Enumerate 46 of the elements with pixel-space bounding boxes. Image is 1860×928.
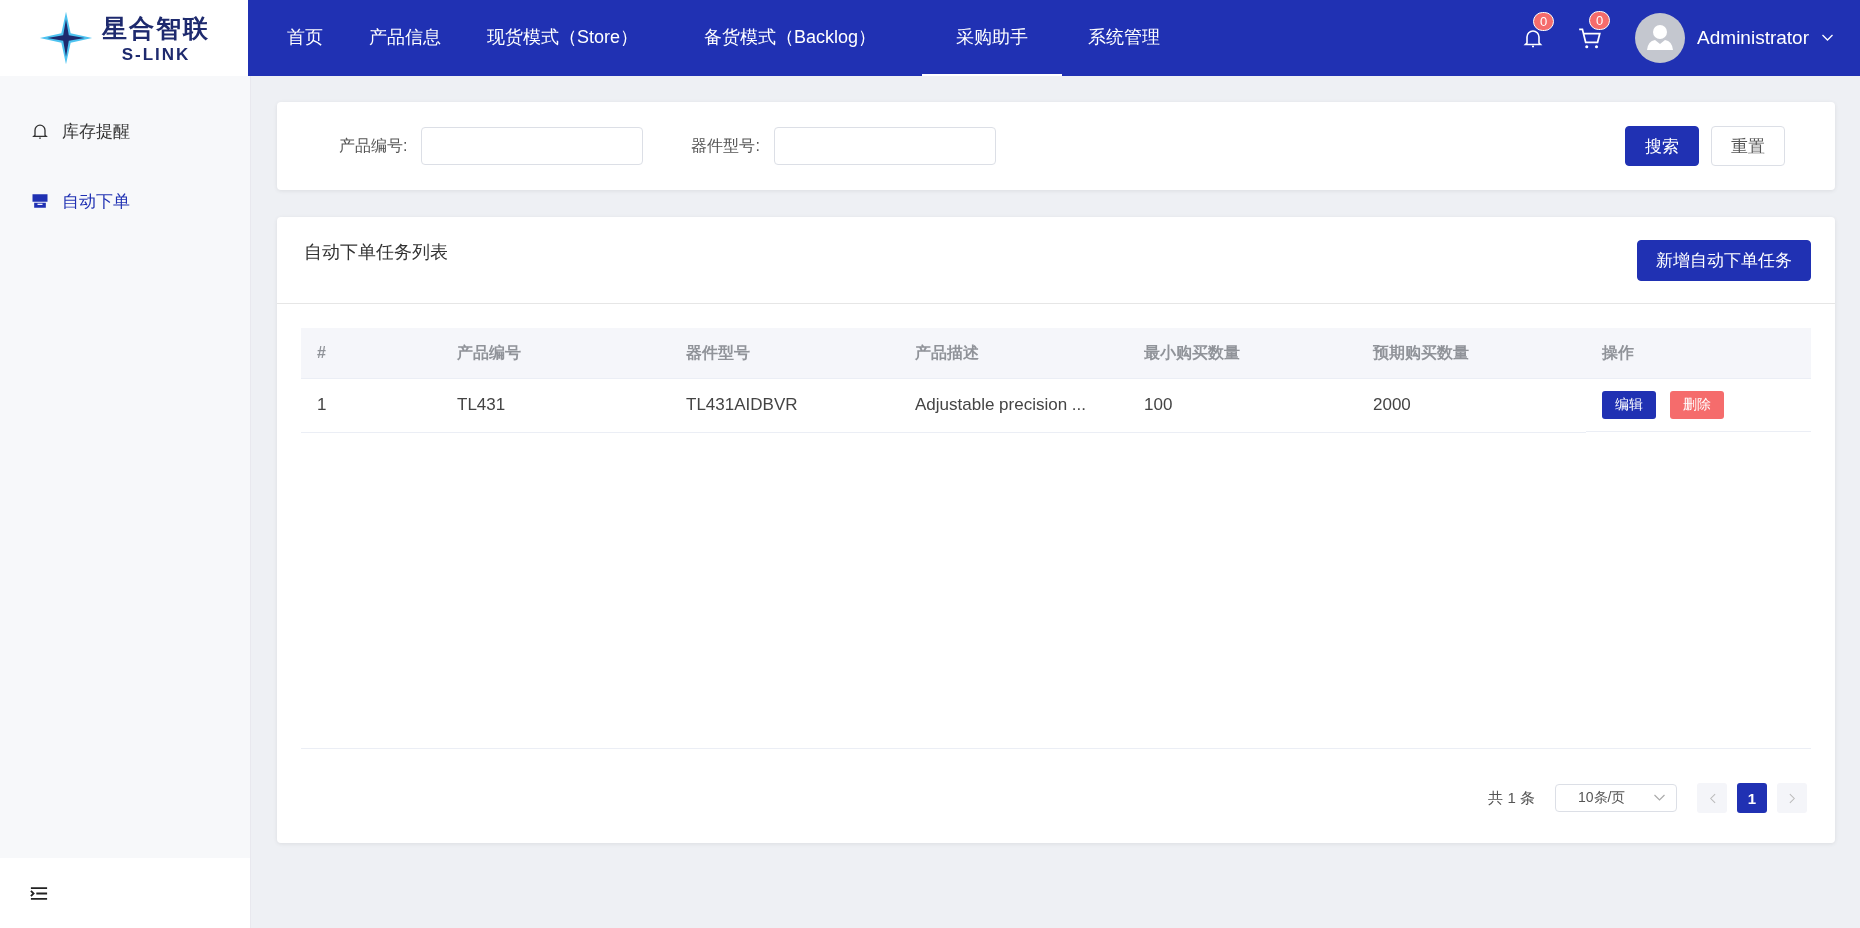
field-label: 产品编号: <box>339 135 408 156</box>
chevron-down-icon <box>1653 794 1666 802</box>
nav-tab[interactable]: 现货模式（Store） <box>467 0 659 76</box>
column-header: # <box>301 328 441 379</box>
sidebar-item[interactable]: 库存提醒 <box>0 96 250 166</box>
column-header: 最小购买数量 <box>1128 328 1357 379</box>
cart-icon[interactable] <box>1577 25 1604 51</box>
edit-button[interactable]: 编辑 <box>1602 391 1656 419</box>
column-header: 产品编号 <box>441 328 670 379</box>
table-cell: TL431 <box>441 378 670 432</box>
column-header: 预期购买数量 <box>1357 328 1586 379</box>
sidebar-item[interactable]: 自动下单 <box>0 166 250 236</box>
nav-tab[interactable]: 产品信息 <box>349 0 461 76</box>
shop-icon <box>30 191 50 211</box>
total-count: 共 1 条 <box>1488 788 1535 808</box>
add-task-button[interactable]: 新增自动下单任务 <box>1637 239 1811 281</box>
user-name[interactable]: Administrator <box>1697 27 1809 49</box>
input-field[interactable] <box>773 127 996 165</box>
notification-count: 0 <box>1533 12 1555 31</box>
search-button[interactable]: 搜索 <box>1625 126 1699 166</box>
column-header: 操作 <box>1586 328 1811 379</box>
table-cell: 1 <box>301 378 441 432</box>
avatar-icon[interactable] <box>1635 13 1686 63</box>
nav-tab[interactable]: 系统管理 <box>1068 0 1181 76</box>
column-header: 产品描述 <box>899 328 1128 379</box>
cart-count: 0 <box>1589 11 1611 30</box>
menu-collapse-icon[interactable] <box>30 885 48 901</box>
logo-subtitle: S-LINK <box>121 44 191 65</box>
field-label: 器件型号: <box>691 135 760 156</box>
chevron-left-icon <box>1708 792 1716 804</box>
chevron-down-icon[interactable] <box>1821 34 1834 42</box>
list-title: 自动下单任务列表 <box>304 241 448 264</box>
page-size-select[interactable]: 10条/页 <box>1555 784 1677 812</box>
reset-button[interactable]: 重置 <box>1711 126 1785 166</box>
logo-name: 星合智联 <box>102 12 210 44</box>
input-field[interactable] <box>421 127 644 165</box>
nav-tab[interactable]: 采购助手 <box>922 0 1063 76</box>
chevron-right-icon <box>1788 792 1796 804</box>
table-cell: Adjustable precision ... <box>899 378 1128 432</box>
table-cell: 2000 <box>1357 378 1586 432</box>
nav-tab[interactable]: 首页 <box>267 0 343 76</box>
page-button[interactable]: 1 <box>1737 783 1767 813</box>
nav-tab[interactable]: 备货模式（Backlog） <box>684 0 897 76</box>
column-header: 器件型号 <box>670 328 899 379</box>
table-cell: 100 <box>1128 378 1357 432</box>
table-cell: TL431AIDBVR <box>670 378 899 432</box>
